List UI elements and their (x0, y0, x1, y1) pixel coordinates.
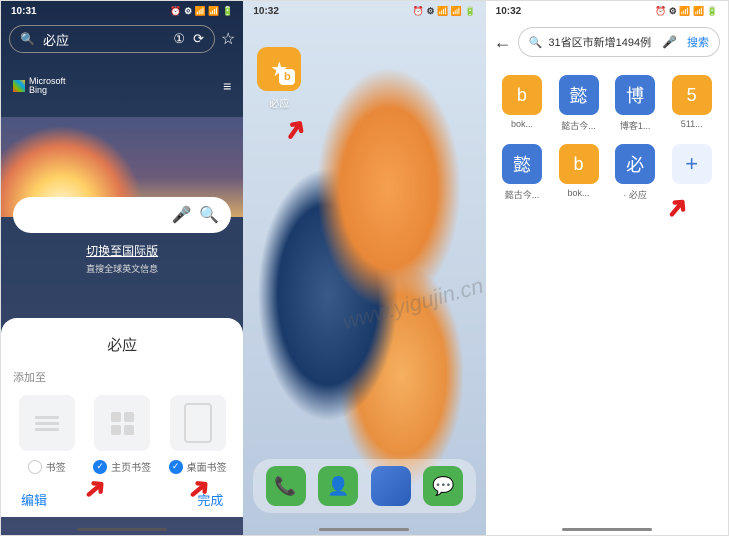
bing-shortcut-icon (257, 47, 301, 91)
status-bar: 10:32 ⏰ ⚙ 📶 📶 🔋 (486, 1, 728, 21)
browser-url-row: 🔍 必应 ① ⟳ ☆ (1, 21, 243, 57)
fav-item-0[interactable]: bbok... (498, 75, 547, 132)
phone-screen-2: 10:32 ⏰ ⚙ 📶 📶 🔋 必应 ➜ 📞 👤 💬 (243, 1, 485, 535)
favorites-grid: bbok... 懿懿古今... 博博客1... 5511... 懿懿古今... … (486, 63, 728, 213)
bing-shortcut[interactable]: 必应 (257, 47, 301, 110)
bing-logo: Microsoft Bing ≡ (1, 77, 243, 95)
browser-app-icon[interactable] (371, 466, 411, 506)
fav-item-5[interactable]: bbok... (554, 144, 603, 201)
search-icon: 🔍 (529, 36, 543, 49)
fav-icon: b (502, 75, 542, 115)
option-desktop-bookmark[interactable]: ✓桌面书签 (164, 395, 231, 474)
search-icon: 🔍 (20, 32, 35, 46)
bookmark-star-icon[interactable]: ☆ (221, 29, 235, 49)
hamburger-icon[interactable]: ≡ (223, 78, 231, 94)
url-bar[interactable]: 🔍 必应 ① ⟳ (9, 25, 215, 53)
fav-item-4[interactable]: 懿懿古今... (498, 144, 547, 201)
voice-icon[interactable]: 🎤 (171, 205, 191, 225)
fav-icon: 懿 (502, 144, 542, 184)
refresh-icon[interactable]: ⟳ (193, 31, 204, 47)
fav-item-6[interactable]: 必· 必应 (611, 144, 660, 201)
bing-search-box[interactable]: 🎤 🔍 (13, 197, 231, 233)
phone-app-icon[interactable]: 📞 (266, 466, 306, 506)
microsoft-logo-icon (13, 80, 25, 92)
fav-icon: 必 (615, 144, 655, 184)
fav-item-2[interactable]: 博博客1... (611, 75, 660, 132)
fav-icon: 懿 (559, 75, 599, 115)
status-time: 10:32 (253, 6, 279, 17)
status-icons: ⏰ ⚙ 📶 📶 🔋 (655, 6, 718, 17)
tabs-icon[interactable]: ① (173, 31, 185, 47)
fav-item-3[interactable]: 5511... (667, 75, 716, 132)
status-icons: ⏰ ⚙ 📶 📶 🔋 (413, 6, 476, 17)
sheet-title: 必应 (13, 334, 231, 355)
edit-button[interactable]: 编辑 (21, 490, 47, 509)
bing-page: Microsoft Bing ≡ 🎤 🔍 切换至国际版 直搜全球英文信息 (1, 57, 243, 95)
search-button[interactable]: 搜索 (683, 34, 713, 50)
add-icon: + (672, 144, 712, 184)
home-indicator[interactable] (319, 528, 409, 531)
radio-checked-icon: ✓ (169, 460, 183, 474)
option-homepage-bookmark[interactable]: ✓主页书签 (88, 395, 155, 474)
phone-screen-3: 10:32 ⏰ ⚙ 📶 📶 🔋 ← 🔍 31省区市新增1494例 🎤 搜索 bb… (486, 1, 728, 535)
shortcut-label: 必应 (257, 95, 301, 110)
status-time: 10:32 (496, 6, 522, 17)
home-indicator[interactable] (77, 528, 167, 531)
back-icon[interactable]: ← (494, 32, 512, 53)
intl-version-link[interactable]: 切换至国际版 (1, 242, 243, 259)
browser-top-bar: ← 🔍 31省区市新增1494例 🎤 搜索 (486, 21, 728, 63)
search-bar[interactable]: 🔍 31省区市新增1494例 🎤 搜索 (518, 27, 720, 57)
home-indicator[interactable] (562, 528, 652, 531)
messages-app-icon[interactable]: 💬 (423, 466, 463, 506)
search-icon[interactable]: 🔍 (199, 205, 219, 225)
option-bookmark[interactable]: 书签 (13, 395, 80, 474)
intl-version-subtitle: 直搜全球英文信息 (1, 262, 243, 275)
search-text: 31省区市新增1494例 (548, 34, 656, 50)
status-icons: ⏰ ⚙ 📶 📶 🔋 (170, 6, 233, 17)
voice-icon[interactable]: 🎤 (662, 35, 677, 49)
contacts-app-icon[interactable]: 👤 (318, 466, 358, 506)
add-to-label: 添加至 (13, 369, 231, 385)
radio-unchecked-icon (28, 460, 42, 474)
status-bar: 10:31 ⏰ ⚙ 📶 📶 🔋 (1, 1, 243, 21)
fav-icon: 5 (672, 75, 712, 115)
status-time: 10:31 (11, 6, 37, 17)
dock: 📞 👤 💬 (253, 459, 475, 513)
fav-icon: 博 (615, 75, 655, 115)
phone-screen-1: 10:31 ⏰ ⚙ 📶 📶 🔋 🔍 必应 ① ⟳ ☆ Microsoft Bin… (1, 1, 243, 535)
url-text: 必应 (43, 30, 165, 49)
fav-item-1[interactable]: 懿懿古今... (554, 75, 603, 132)
status-bar: 10:32 ⏰ ⚙ 📶 📶 🔋 (243, 1, 485, 21)
bookmark-options: 书签 ✓主页书签 ✓桌面书签 (13, 395, 231, 474)
fav-icon: b (559, 144, 599, 184)
